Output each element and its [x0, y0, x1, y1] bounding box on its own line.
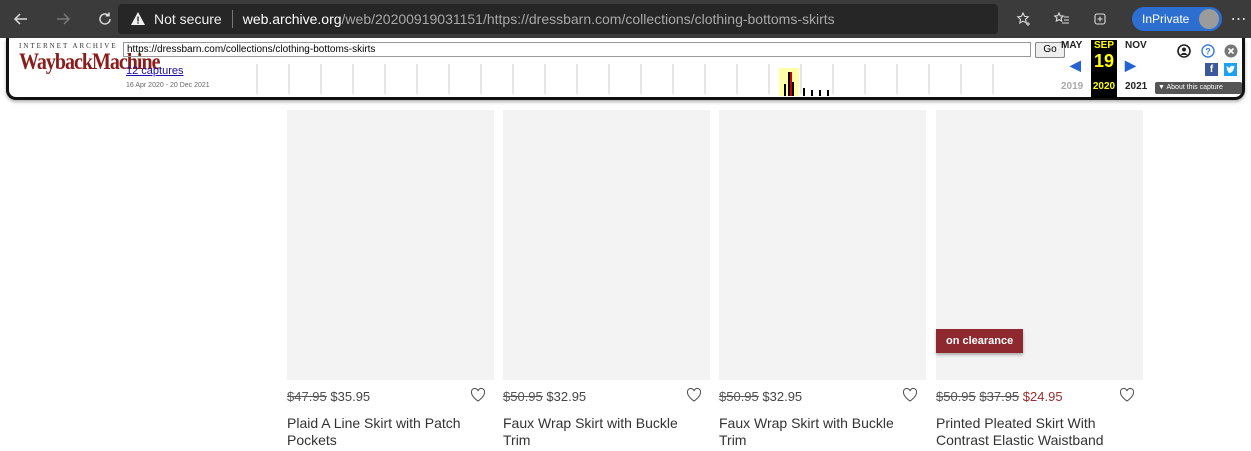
inprivate-button[interactable]: InPrivate — [1132, 7, 1222, 31]
captures-link[interactable]: 12 captures — [126, 65, 183, 77]
product-card[interactable]: $50.95 $32.95 Faux Wrap Skirt with Buckl… — [719, 110, 926, 449]
original-price: $50.95 — [936, 389, 976, 404]
price-row: $47.95 $35.95 — [287, 387, 494, 409]
original-price: $50.95 — [503, 389, 543, 404]
url-path: /web/20200919031151/https://dressbarn.co… — [341, 11, 835, 27]
product-image[interactable] — [503, 110, 710, 380]
current-price: $32.95 — [546, 389, 587, 404]
favorites-icon[interactable] — [1043, 0, 1081, 38]
calendar-nav: MAY ◀ 2019 SEP 19 2020 NOV ▶ 2021 — [1061, 40, 1161, 98]
product-name[interactable]: Faux Wrap Skirt with Buckle Trim — [719, 415, 924, 449]
product-card[interactable]: on clearance $50.95 $37.95 $24.95 Printe… — [936, 110, 1143, 449]
current-month: SEP — [1093, 40, 1114, 51]
about-capture-button[interactable]: ▼ About this capture — [1155, 82, 1242, 94]
original-price: $50.95 — [719, 389, 759, 404]
prev-month[interactable]: MAY — [1061, 40, 1082, 51]
security-label[interactable]: Not secure — [154, 11, 222, 27]
next-month[interactable]: NOV — [1125, 40, 1147, 51]
wishlist-heart-icon[interactable] — [470, 387, 486, 403]
capture-date-range: 16 Apr 2020 - 20 Dec 2021 — [126, 82, 210, 89]
warning-icon — [131, 12, 145, 25]
capture-sparkline[interactable] — [247, 62, 1027, 96]
product-name[interactable]: Printed Pleated Skirt With Contrast Elas… — [936, 415, 1141, 449]
wishlist-heart-icon[interactable] — [902, 387, 918, 403]
current-capture: SEP 19 2020 — [1091, 40, 1117, 98]
current-day: 19 — [1093, 51, 1115, 71]
product-image[interactable] — [719, 110, 926, 380]
current-year: 2020 — [1092, 81, 1116, 92]
current-price: $32.95 — [762, 389, 803, 404]
previous-price: $37.95 — [979, 389, 1020, 404]
address-divider — [231, 10, 233, 28]
product-card[interactable]: $47.95 $35.95 Plaid A Line Skirt with Pa… — [287, 110, 494, 449]
url-host: web.archive.org — [242, 11, 342, 27]
product-image[interactable]: on clearance — [936, 110, 1143, 380]
close-icon[interactable] — [1224, 44, 1238, 58]
collections-icon[interactable] — [1081, 0, 1119, 38]
prev-capture-icon[interactable]: ◀ — [1070, 57, 1081, 74]
more-icon[interactable]: ⋯ — [1226, 0, 1251, 38]
next-year[interactable]: 2021 — [1125, 81, 1147, 92]
product-image[interactable] — [287, 110, 494, 380]
browser-toolbar: Not secure web.archive.org /web/20200919… — [0, 0, 1251, 38]
price-row: $50.95 $32.95 — [719, 387, 926, 409]
product-name[interactable]: Plaid A Line Skirt with Patch Pockets — [287, 415, 492, 449]
wishlist-heart-icon[interactable] — [1119, 387, 1135, 403]
user-icon[interactable] — [1177, 44, 1191, 58]
sale-price: $24.95 — [1022, 389, 1063, 404]
back-icon[interactable] — [2, 0, 40, 38]
facebook-icon[interactable]: f — [1205, 63, 1218, 76]
inprivate-label: InPrivate — [1142, 12, 1190, 26]
price-row: $50.95 $32.95 — [503, 387, 710, 409]
next-capture-icon[interactable]: ▶ — [1125, 57, 1136, 74]
twitter-icon[interactable] — [1224, 63, 1237, 76]
product-card[interactable]: $50.95 $32.95 Faux Wrap Skirt with Buckl… — [503, 110, 710, 449]
wayback-url-input[interactable]: https://dressbarn.com/collections/clothi… — [123, 42, 1031, 57]
forward-icon[interactable] — [44, 0, 82, 38]
address-bar[interactable]: Not secure web.archive.org /web/20200919… — [118, 4, 998, 34]
svg-text:?: ? — [1205, 47, 1211, 57]
wishlist-heart-icon[interactable] — [686, 387, 702, 403]
original-price: $47.95 — [287, 389, 327, 404]
wayback-toolbar: INTERNET ARCHIVE WaybackMachine https://… — [6, 38, 1245, 100]
current-price: $35.95 — [330, 389, 371, 404]
clearance-badge: on clearance — [936, 329, 1024, 353]
add-favorite-icon[interactable] — [1005, 0, 1043, 38]
price-row: $50.95 $37.95 $24.95 — [936, 387, 1143, 409]
product-name[interactable]: Faux Wrap Skirt with Buckle Trim — [503, 415, 708, 449]
help-icon[interactable]: ? — [1201, 44, 1215, 58]
prev-year[interactable]: 2019 — [1061, 81, 1083, 92]
avatar — [1199, 9, 1219, 29]
